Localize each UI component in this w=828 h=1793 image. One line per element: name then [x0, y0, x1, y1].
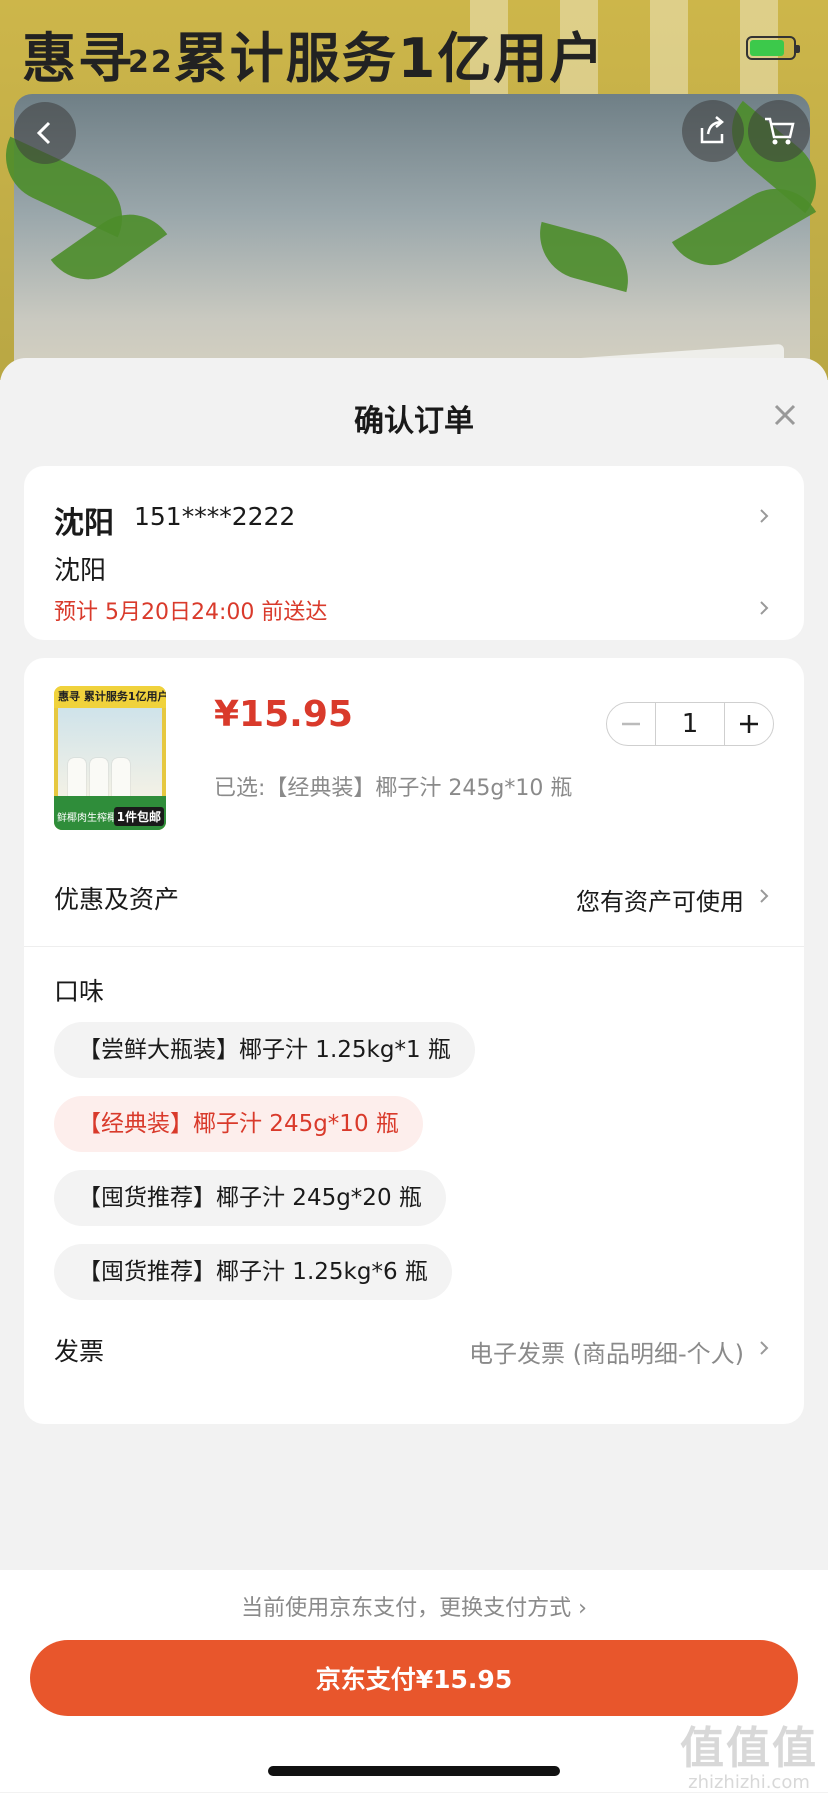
address-card[interactable]: 沈阳 151****2222 沈阳 预计 5月20日24:00 前送达 [24, 466, 804, 640]
quantity-stepper: 1 [606, 702, 774, 746]
cart-icon [765, 117, 795, 145]
pay-button[interactable]: 京东支付¥15.95 [30, 1640, 798, 1716]
sheet-title: 确认订单 [354, 404, 474, 439]
product-thumbnail: 惠寻 累计服务1亿用户 鲜椰肉生榨椰汁 1件包邮 [54, 686, 166, 830]
watermark-logo: 值值值 [680, 1723, 818, 1774]
address-city: 沈阳 [54, 506, 114, 541]
chevron-right-icon [760, 509, 769, 523]
watermark: 值值值 zhizhizhi.com [680, 1712, 818, 1793]
thumb-brand: 惠寻 [58, 690, 80, 703]
payment-footer: 当前使用京东支付，更换支付方式 › 京东支付¥15.95 值值值 zhizhiz… [0, 1570, 828, 1793]
flavor-option[interactable]: 【囤货推荐】椰子汁 245g*20 瓶 [54, 1170, 446, 1226]
flavor-option[interactable]: 【囤货推荐】椰子汁 1.25kg*6 瓶 [54, 1244, 452, 1300]
benefits-value[interactable]: 您有资产可使用 [576, 882, 744, 917]
flavor-option[interactable]: 【尝鲜大瓶装】椰子汁 1.25kg*1 瓶 [54, 1022, 475, 1078]
decrease-button[interactable] [607, 703, 655, 745]
cart-button[interactable] [748, 100, 810, 162]
divider [24, 946, 804, 947]
banner-text: 惠寻22累计服务1亿用户 [22, 14, 605, 93]
banner-slogan: 累计服务1亿用户 [173, 27, 606, 90]
banner-number: 22 [128, 44, 174, 80]
chevron-right-icon [760, 889, 769, 903]
delivery-eta: 预计 5月20日24:00 前送达 [54, 600, 328, 625]
share-button[interactable] [682, 100, 744, 162]
share-icon [700, 116, 724, 144]
chevron-right-icon [760, 1341, 769, 1355]
address-phone: 151****2222 [134, 502, 296, 531]
thumb-slogan: 累计服务1亿用户 [83, 690, 166, 703]
free-shipping-tag: 1件包邮 [113, 807, 164, 826]
benefits-label: 优惠及资产 [54, 885, 180, 914]
product-page-background: 惠寻22累计服务1亿用户 [0, 0, 828, 380]
minus-icon [622, 722, 640, 726]
chevron-right-icon [760, 601, 769, 615]
back-button[interactable] [14, 102, 76, 164]
watermark-url: zhizhizhi.com [688, 1772, 810, 1793]
selected-spec: 已选:【经典装】椰子汁 245g*10 瓶 [214, 776, 573, 801]
flavor-label: 口味 [54, 977, 105, 1006]
flavor-option-selected[interactable]: 【经典装】椰子汁 245g*10 瓶 [54, 1096, 423, 1152]
banner-stripe [650, 0, 688, 100]
increase-button[interactable] [725, 703, 773, 745]
thumb-banner: 惠寻 累计服务1亿用户 [54, 686, 166, 708]
close-icon [774, 404, 796, 426]
thumb-image [58, 708, 162, 806]
palm-leaf [529, 221, 639, 293]
close-button[interactable] [772, 402, 798, 428]
invoice-value[interactable]: 电子发票 (商品明细-个人) [469, 1334, 744, 1369]
invoice-label: 发票 [54, 1337, 105, 1366]
battery-icon [746, 36, 800, 60]
order-card: 惠寻 累计服务1亿用户 鲜椰肉生榨椰汁 1件包邮 ¥15.95 已选:【经典装】… [24, 658, 804, 1424]
quantity-value[interactable]: 1 [655, 703, 725, 745]
plus-icon [740, 715, 758, 733]
address-detail: 沈阳 [54, 556, 107, 586]
product-price: ¥15.95 [214, 694, 353, 735]
home-indicator[interactable] [268, 1766, 560, 1776]
change-payment-link[interactable]: 当前使用京东支付，更换支付方式 › [0, 1590, 828, 1622]
chevron-left-icon [36, 121, 51, 145]
banner-brand: 惠寻 [22, 27, 134, 90]
